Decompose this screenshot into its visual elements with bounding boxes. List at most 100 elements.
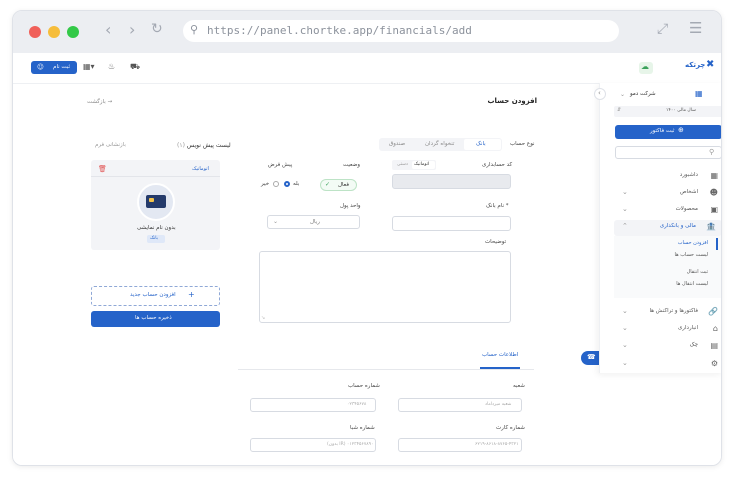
chevron-down-icon: ⌄	[622, 359, 628, 367]
tab-petty-cash[interactable]: تنخواه گردان	[425, 141, 454, 147]
browser-window: ‹ › ↻ ⚲ https://panel.chortke.app/financ…	[12, 10, 722, 466]
card-number-label: شماره کارت	[496, 425, 525, 431]
sidebar-item-more[interactable]: ⌄ ⚙	[614, 358, 721, 370]
sidebar-subitem-transfers-list[interactable]: لیست انتقال ها	[676, 281, 708, 287]
description-textarea[interactable]: ↘	[259, 251, 511, 323]
sidebar-item-finance[interactable]: ⌃ مالی و بانکداری 🏦	[614, 220, 721, 236]
add-new-account-button[interactable]: افزودن حساب جدید +	[91, 286, 220, 306]
sheba-label: شماره شبا	[350, 425, 375, 431]
tab-bank[interactable]: بانک	[464, 139, 501, 150]
currency-select[interactable]: ریال ⌄	[267, 215, 360, 229]
company-name[interactable]: شرکت دمو	[630, 91, 656, 97]
chevron-down-icon: ⌄	[620, 91, 626, 98]
code-mode-auto[interactable]: اتوماتیک	[412, 161, 435, 169]
default-yes-radio[interactable]	[284, 181, 290, 187]
branch-placeholder: شعبه میرداماد	[485, 402, 512, 407]
card-chip	[149, 198, 154, 202]
divider	[13, 83, 599, 84]
car-icon[interactable]: ⛟	[130, 62, 140, 72]
finance-submenu: افزودن حساب لیست حساب ها ثبت انتقال لیست…	[614, 236, 721, 298]
phone-icon: ☎	[587, 353, 596, 361]
back-label: بازگشت	[87, 99, 106, 105]
page-title: افزودن حساب	[487, 97, 537, 105]
default-no-radio[interactable]	[273, 181, 279, 187]
sidebar-subitem-register-transfer[interactable]: ثبت انتقال	[687, 269, 708, 275]
bell-icon[interactable]: ♨	[108, 62, 115, 71]
sidebar-collapse-button[interactable]: ‹	[594, 88, 606, 100]
status-toggle[interactable]: ✓ فعال	[320, 179, 357, 191]
card-number-input[interactable]: ۶۲۱۹-۸۶۱۸-۸۷۶۵-۴۳۲۱	[398, 438, 522, 452]
sidebar-subitem-accounts-list[interactable]: لیست حساب ها	[674, 252, 708, 258]
register-button[interactable]: ثبت نام ☺	[31, 61, 77, 74]
sidebar-item-invoices[interactable]: ⌄ فاکتورها و تراکنش ها 🔗	[614, 306, 721, 322]
sidebar-subitem-add-account[interactable]: افزودن حساب	[678, 240, 708, 246]
address-bar[interactable]: ⚲ https://panel.chortke.app/financials/a…	[183, 20, 619, 42]
bank-name-input[interactable]	[392, 216, 511, 231]
chevron-down-icon: ⌄	[622, 205, 628, 213]
code-mode-auto-label: اتوماتیک	[414, 162, 430, 167]
currency-label: واحد پول	[340, 203, 361, 209]
link-icon: 🔗	[708, 307, 718, 316]
branch-input[interactable]: شعبه میرداماد	[398, 398, 522, 412]
app-content: ثبت نام ☺ ▦▾ ♨ ⛟ ☁ چرتکه ✖ افزودن حساب ب…	[13, 53, 721, 465]
close-window-button[interactable]	[29, 26, 41, 38]
sheba-placeholder: (بدون IR) ۰۱۲۳۴۵۶۷۸۹۰	[327, 442, 374, 447]
sidebar-item-products[interactable]: ⌄ محصولات ▣	[614, 204, 721, 220]
sheba-input[interactable]: (بدون IR) ۰۱۲۳۴۵۶۷۸۹۰	[250, 438, 376, 452]
reset-form-link[interactable]: بازنشانی فرم	[95, 142, 126, 148]
cloud-sync-button[interactable]: ☁	[639, 62, 653, 74]
default-label: پیش فرض	[268, 162, 293, 168]
menu-icon[interactable]: ☰	[689, 19, 702, 37]
forward-arrow-icon[interactable]: ›	[129, 20, 135, 39]
account-type-label: نوع حساب	[510, 141, 535, 147]
sidebar-item-cheque[interactable]: ⌄ چک ▤	[614, 340, 721, 356]
draft-display-name: بدون نام نمایشی	[137, 225, 176, 231]
search-icon: ⚲	[709, 148, 715, 156]
box-icon: ▣	[710, 205, 718, 214]
draft-card[interactable]: اتوماتیک 🗑 بدون نام نمایشی بانک	[91, 160, 220, 250]
default-no-label: خیر	[261, 181, 270, 187]
fiscal-year-value: سال مالی ۱۴۰۰	[666, 108, 696, 113]
draft-count: (۱)	[177, 142, 185, 149]
sidebar-search-input[interactable]: ⚲	[615, 146, 721, 159]
resize-handle-icon[interactable]: ↘	[261, 315, 265, 321]
sidebar-item-label: انبارداری	[678, 325, 698, 331]
sidebar-item-dashboard[interactable]: داشبورد ▦	[614, 170, 721, 186]
chevron-down-icon: ⌄	[622, 307, 628, 315]
sidebar-item-people[interactable]: ⌄ اشخاص ☻	[614, 187, 721, 203]
minimize-window-button[interactable]	[48, 26, 60, 38]
tab-cash-box[interactable]: صندوق	[389, 141, 405, 147]
trash-icon[interactable]: 🗑	[98, 165, 107, 173]
maximize-window-button[interactable]	[67, 26, 79, 38]
reload-icon[interactable]: ↻	[151, 21, 163, 37]
save-accounts-button[interactable]: ذخیره حساب ها	[91, 311, 220, 327]
user-icon: ☺	[37, 62, 44, 71]
home-icon: ⌂	[712, 324, 718, 333]
accounting-code-input[interactable]	[392, 174, 511, 189]
register-invoice-button[interactable]: ثبت فاکتور ⊕	[615, 125, 721, 139]
calendar-icon[interactable]: ▦▾	[83, 62, 95, 71]
back-arrow-icon[interactable]: ‹	[105, 20, 111, 39]
account-number-input[interactable]: ۰۲۳۴۵۶۷۸	[250, 398, 376, 412]
sidebar-item-warehouse[interactable]: ⌄ انبارداری ⌂	[614, 323, 721, 339]
default-yes-label: بله	[293, 181, 300, 187]
active-indicator	[716, 238, 718, 250]
register-invoice-label: ثبت فاکتور	[650, 128, 675, 134]
bank-icon: 🏦	[706, 222, 716, 231]
sidebar-item-label: مالی و بانکداری	[659, 223, 696, 229]
plus-icon: +	[188, 290, 195, 299]
code-mode-toggle: اتوماتیک دستی	[392, 160, 436, 170]
tab-account-info[interactable]: اطلاعات حساب	[482, 352, 518, 358]
back-link[interactable]: بازگشت →	[87, 99, 112, 105]
bank-avatar	[137, 183, 175, 221]
branch-label: شعبه	[513, 383, 525, 389]
expand-icon[interactable]: ⤢	[657, 21, 668, 37]
fiscal-year-select[interactable]: سال مالی ۱۴۰۰ ⇵	[614, 106, 721, 117]
draft-mode: اتوماتیک	[192, 166, 209, 172]
url-text: https://panel.chortke.app/financials/add	[207, 24, 472, 37]
cloud-icon: ☁	[641, 62, 649, 71]
settings-icon: ⚙	[710, 359, 718, 368]
add-new-account-label: افزودن حساب جدید	[130, 292, 176, 298]
code-mode-manual[interactable]: دستی	[397, 162, 408, 167]
sidebar-item-label: چک	[689, 342, 698, 348]
